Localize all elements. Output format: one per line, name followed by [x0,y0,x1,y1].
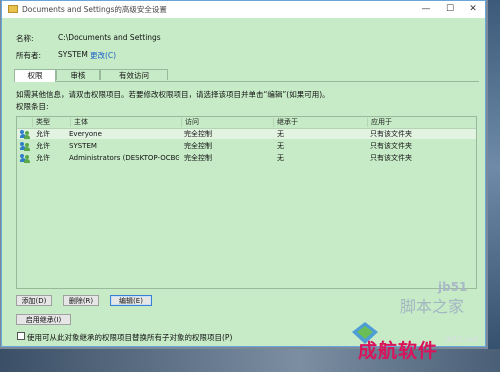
cell-principal: SYSTEM [69,142,97,150]
cell-applies-to: 只有该文件夹 [370,154,412,162]
watermark-domain: jb51.net [445,335,479,344]
cell-type: 允许 [36,142,50,150]
entries-label: 权限条目: [16,102,49,111]
column-header-applies-to[interactable]: 应用于 [367,118,477,127]
column-header-inherited-from[interactable]: 继承于 [273,118,367,127]
cell-type: 允许 [36,154,50,162]
table-row[interactable]: 允许 Everyone 完全控制 无 只有该文件夹 [17,129,476,139]
permission-entries-table: 类型 主体 访问 继承于 应用于 允许 Everyone 完全控制 无 只有该文… [16,116,477,289]
desktop-background-right [488,0,500,372]
name-value: C:\Documents and Settings [58,33,161,42]
cell-principal: Administrators (DESKTOP-OCBG... [69,154,179,162]
tab-permissions[interactable]: 权限 [14,69,56,82]
enable-inheritance-button[interactable]: 启用继承(I) [16,314,71,325]
users-icon [20,130,30,139]
owner-value: SYSTEM [58,50,88,59]
cell-inherited-from: 无 [277,130,284,138]
tab-strip: 权限 审核 有效访问 [14,69,479,82]
remove-button[interactable]: 删除(R) [63,295,99,306]
folder-icon [8,5,18,13]
replace-child-permissions-label[interactable]: 使用可从此对象继承的权限项目替换所有子对象的权限项目(P) [27,332,232,343]
cell-type: 允许 [36,130,50,138]
tab-effective-access[interactable]: 有效访问 [100,69,168,80]
window-title: Documents and Settings的高级安全设置 [22,5,167,14]
minimize-button[interactable]: — [415,3,437,16]
maximize-button[interactable]: ☐ [439,3,461,16]
owner-label: 所有者: [16,51,42,60]
cell-access: 完全控制 [184,154,212,162]
hint-text: 如需其他信息，请双击权限项目。若要修改权限项目，请选择该项目并单击“编辑”(如果… [16,90,330,99]
title-bar[interactable]: Documents and Settings的高级安全设置 — ☐ ✕ [2,1,485,18]
replace-child-permissions-checkbox[interactable] [17,332,25,340]
watermark-site-name: 脚本之家 [400,297,465,316]
cell-applies-to: 只有该文件夹 [370,142,412,150]
users-icon [20,154,30,163]
cell-inherited-from: 无 [277,154,284,162]
table-header: 类型 主体 访问 继承于 应用于 [17,117,476,129]
column-header-type[interactable]: 类型 [32,118,70,127]
users-icon [20,142,30,151]
cell-applies-to: 只有该文件夹 [370,130,412,138]
tab-auditing[interactable]: 审核 [56,69,100,80]
change-owner-link[interactable]: 更改(C) [90,50,116,61]
cell-access: 完全控制 [184,130,212,138]
cell-inherited-from: 无 [277,142,284,150]
column-header-access[interactable]: 访问 [181,118,271,127]
edit-button[interactable]: 编辑(E) [110,295,152,306]
table-row[interactable]: 允许 Administrators (DESKTOP-OCBG... 完全控制 … [17,153,476,163]
watermark-site-number: jb51 [438,280,468,294]
watermark-brand: 成航软件 [358,340,439,362]
column-header-principal[interactable]: 主体 [70,118,188,127]
close-button[interactable]: ✕ [462,3,484,16]
cell-access: 完全控制 [184,142,212,150]
table-row[interactable]: 允许 SYSTEM 完全控制 无 只有该文件夹 [17,141,476,151]
cell-principal: Everyone [69,130,102,138]
add-button[interactable]: 添加(D) [16,295,52,306]
name-label: 名称: [16,34,34,43]
